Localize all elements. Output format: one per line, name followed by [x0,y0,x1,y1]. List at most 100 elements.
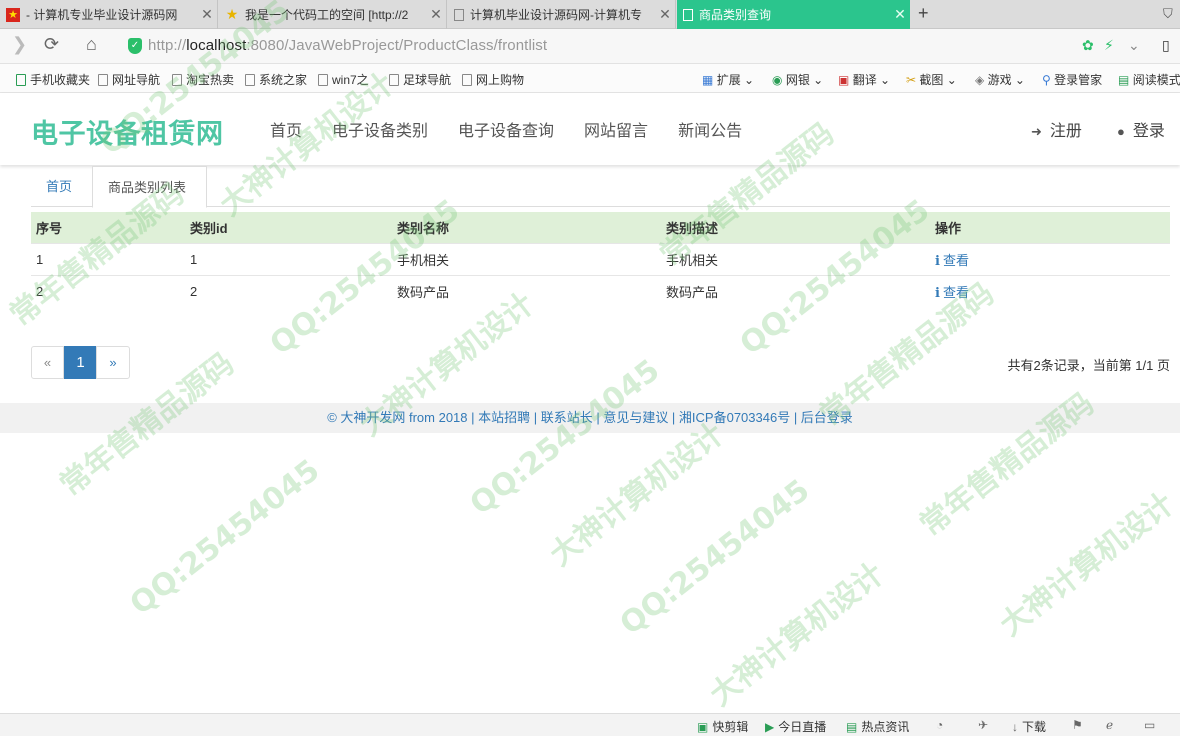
bookmark-item[interactable]: win7之 [318,71,369,88]
translate-icon: ▣ [838,73,850,87]
status-label: 热点资讯 [861,720,910,734]
site-footer[interactable]: © 大神开发网 from 2018 | 本站招聘 | 联系站长 | 意见与建议 … [0,403,1180,433]
tab-title: 我是一个代码工的空间 [http://2 [245,8,409,22]
status-label: 今日直播 [778,720,827,734]
extensions-button[interactable]: ▦ 扩展 ⌄ [702,71,754,88]
table-row: 1 1 手机相关 手机相关 i 查看 [31,242,1170,275]
live-button[interactable]: ▶ 今日直播 [765,718,826,735]
site-logo[interactable]: 电子设备租赁网 [31,112,224,151]
quick-clip-button[interactable]: ▣ 快剪辑 [697,718,748,735]
browser-tab[interactable]: ★ - 计算机专业毕业设计源码网 ✕ [0,0,218,29]
flag-icon[interactable]: ⚑ [1072,718,1083,732]
cell-id: 1 [185,242,392,275]
watermark-text: 大神计算机设计 [993,486,1180,644]
browser-tab-active[interactable]: 商品类别查询 ✕ [677,0,910,29]
prev-page-button[interactable]: « [31,346,64,379]
status-label: 快剪辑 [712,720,749,734]
close-tab-icon[interactable]: ✕ [426,6,446,23]
bank-button[interactable]: ◉ 网银 ⌄ [772,71,823,88]
phone-icon[interactable]: ▯ [1162,37,1170,54]
book-icon: ▤ [1118,73,1130,87]
nav-news[interactable]: 新闻公告 [678,117,742,141]
page-icon [683,8,693,21]
browser-tab[interactable]: 计算机毕业设计源码网-计算机专 ✕ [448,0,676,29]
url-input[interactable]: http://localhost:8080/JavaWebProject/Pro… [148,37,547,54]
home-icon[interactable]: ⌂ [86,34,97,55]
col-header: 序号 [31,212,185,243]
cell-desc: 数码产品 [661,274,930,307]
bookmark-label: 手机收藏夹 [30,73,91,87]
nav-guestbook[interactable]: 网站留言 [584,117,648,141]
view-label: 查看 [942,284,969,300]
hot-news-button[interactable]: ▤ 热点资讯 [846,718,909,735]
login-link[interactable]: ● 登录 [1117,117,1165,141]
extensions-icon: ▦ [702,73,714,87]
toolbar-label: 翻译 [852,73,877,87]
translate-button[interactable]: ▣ 翻译 ⌄ [838,71,890,88]
watermark-text: QQ:25454045 [613,472,817,643]
window-icon[interactable]: ▭ [1144,718,1155,732]
flag-icon: ★ [6,7,20,22]
games-button[interactable]: ◈ 游戏 ⌄ [975,71,1025,88]
browser-tab[interactable]: ★ 我是一个代码工的空间 [http://2 ✕ [219,0,447,29]
bookmark-item[interactable]: 系统之家 [245,71,307,88]
login-label: 登录 [1132,123,1165,140]
bookmark-item[interactable]: 手机收藏夹 [16,71,90,88]
tools-icon[interactable]: ✈ [978,718,988,732]
info-icon: i [935,253,940,269]
tab-title: 计算机毕业设计源码网-计算机专 [470,8,642,22]
nav-device-categories[interactable]: 电子设备类别 [332,117,428,141]
reload-icon[interactable]: ⟳ [44,34,59,55]
register-link[interactable]: ➜ 注册 [1031,117,1082,141]
view-label: 查看 [942,252,969,268]
record-summary: 共有2条记录，当前第 1/1 页 [1007,358,1170,373]
screenshot-button[interactable]: ✂ 截图 ⌄ [906,71,957,88]
watermark-text: QQ:25454045 [463,352,667,523]
table-row: 2 2 数码产品 数码产品 i 查看 [31,274,1170,307]
content-tabs: 首页 商品类别列表 [31,166,1170,208]
secure-shield-icon: ✓ [128,38,142,54]
pagination: « 1 » [31,346,130,379]
col-header: 类别描述 [661,212,930,243]
bookmark-label: 足球导航 [403,73,452,87]
login-manager-button[interactable]: ⚲ 登录管家 [1042,71,1102,88]
download-button[interactable]: ↓ 下载 [1012,718,1046,735]
toolbar-label: 阅读模式 [1132,73,1180,87]
tab-home[interactable]: 首页 [31,166,91,207]
close-tab-icon[interactable]: ✕ [655,6,675,23]
cell-id: 2 [185,274,392,307]
url-path: :8080/JavaWebProject/ProductClass/frontl… [246,37,548,54]
view-link[interactable]: i 查看 [930,242,1170,275]
next-page-button[interactable]: » [96,346,130,379]
new-tab-button[interactable]: + [918,3,929,24]
register-label: 注册 [1049,123,1082,140]
lightning-icon[interactable]: ⚡ [1104,37,1114,54]
bookmark-item[interactable]: 网址导航 [98,71,160,88]
gamepad-icon: ◈ [975,73,985,87]
close-tab-icon[interactable]: ✕ [890,6,910,23]
tab-title: 商品类别查询 [699,8,772,22]
ie-icon[interactable]: ℯ [1106,718,1113,732]
view-link[interactable]: i 查看 [930,274,1170,307]
toolbar-label: 网银 [785,73,810,87]
tab-category-list[interactable]: 商品类别列表 [92,166,207,208]
sign-in-icon: ➜ [1031,124,1042,139]
bookmark-item[interactable]: 足球导航 [389,71,451,88]
bookmark-item[interactable]: 淘宝热卖 [172,71,234,88]
close-tab-icon[interactable]: ✕ [197,6,217,23]
reader-mode-button[interactable]: ▤ 阅读模式 [1118,71,1180,88]
toolbar-label: 游戏 [987,73,1012,87]
page-icon [454,8,464,21]
forward-icon[interactable]: ❯ [12,34,27,55]
chevron-down-icon[interactable]: ⌄ [1128,37,1140,54]
cell-no: 1 [31,242,185,275]
skin-icon[interactable]: ⛉ [1163,6,1173,22]
nav-device-search[interactable]: 电子设备查询 [458,117,554,141]
bookmark-item[interactable]: 网上购物 [462,71,524,88]
accelerate-icon[interactable]: ✿ [1082,37,1094,54]
current-page-button[interactable]: 1 [64,346,97,379]
nav-home[interactable]: 首页 [270,117,302,141]
watermark-text: 大神计算机设计 [703,556,891,714]
speed-icon[interactable]: ◔ [936,718,943,732]
browser-tab-bar: ★ - 计算机专业毕业设计源码网 ✕ ★ 我是一个代码工的空间 [http://… [0,0,1180,29]
